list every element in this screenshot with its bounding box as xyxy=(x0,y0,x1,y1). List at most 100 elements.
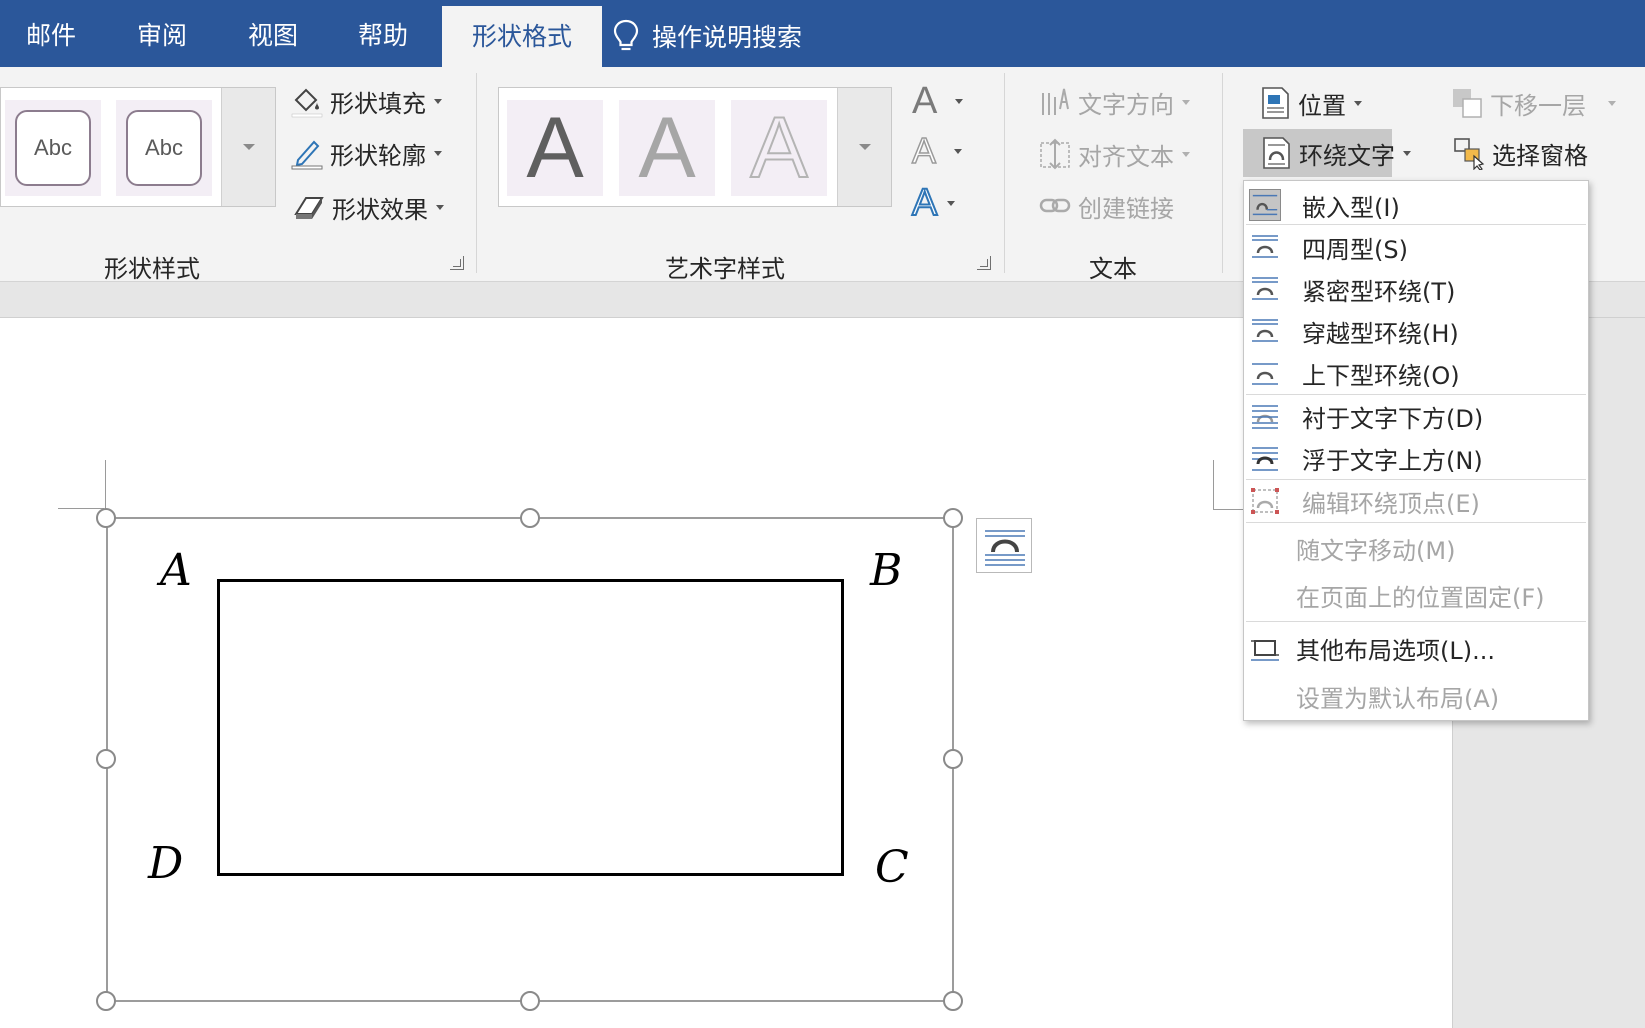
resize-handle-top-center[interactable] xyxy=(520,508,540,528)
menu-separator xyxy=(1246,621,1586,622)
menu-item-through[interactable]: 穿越型环绕(H) xyxy=(1244,310,1588,352)
create-link-button[interactable]: 创建链接 xyxy=(1038,185,1174,227)
word-window: 邮件 审阅 视图 帮助 形状格式 操作说明搜索 Abc Abc 形状填充 形状轮… xyxy=(0,0,1645,1028)
dropdown-arrow-icon xyxy=(1182,151,1190,157)
shape-fill-button[interactable]: 形状填充 xyxy=(290,81,442,121)
menu-item-square-label: 四周型(S) xyxy=(1302,235,1408,264)
resize-handle-top-right[interactable] xyxy=(943,508,963,528)
group-separator xyxy=(1222,73,1223,273)
link-icon xyxy=(1039,198,1071,213)
menu-item-inline-label: 嵌入型(I) xyxy=(1302,193,1400,222)
vertex-label-a: A xyxy=(160,545,192,596)
menu-item-top-bottom-label: 上下型环绕(O) xyxy=(1302,361,1460,390)
menu-item-tight[interactable]: 紧密型环绕(T) xyxy=(1244,268,1588,310)
menu-item-top-bottom[interactable]: 上下型环绕(O) xyxy=(1244,352,1588,394)
text-fill-button[interactable]: A xyxy=(912,79,964,123)
shape-style-thumb-1[interactable]: Abc xyxy=(5,100,101,196)
menu-item-more-layout-options-label: 其他布局选项(L)... xyxy=(1296,636,1495,665)
wordart-style-thumb-2[interactable]: A xyxy=(619,100,715,196)
menu-item-move-with-text-label: 随文字移动(M) xyxy=(1296,536,1456,565)
dropdown-arrow-icon xyxy=(436,204,444,210)
menu-separator xyxy=(1246,224,1586,225)
page-corner-mark xyxy=(58,508,104,509)
send-backward-button[interactable]: 下移一层 xyxy=(1450,81,1616,125)
tab-view[interactable]: 视图 xyxy=(248,14,298,58)
wrap-text-label: 环绕文字 xyxy=(1299,141,1395,170)
send-backward-icon xyxy=(1453,89,1482,118)
text-fill-icon: A xyxy=(912,80,938,122)
position-label: 位置 xyxy=(1298,91,1346,120)
text-group-label: 文本 xyxy=(1089,255,1137,283)
wordart-styles-dialog-launcher[interactable] xyxy=(977,256,991,270)
chevron-down-icon xyxy=(858,144,871,150)
shape-effects-button[interactable]: 形状效果 xyxy=(292,185,444,229)
tell-me-search[interactable]: 操作说明搜索 xyxy=(612,16,802,56)
chevron-down-icon xyxy=(242,144,255,150)
shape-style-thumb-2-label: Abc xyxy=(126,110,202,186)
tab-mailings[interactable]: 邮件 xyxy=(26,14,76,58)
align-text-button[interactable]: 对齐文本 xyxy=(1038,133,1190,175)
resize-handle-top-left[interactable] xyxy=(96,508,116,528)
position-button[interactable]: 位置 xyxy=(1258,81,1362,125)
shape-styles-gallery: Abc Abc xyxy=(0,87,276,207)
text-outline-button[interactable]: A xyxy=(911,129,963,173)
shape-outline-label: 形状轮廓 xyxy=(330,141,426,170)
menu-item-inline[interactable]: 嵌入型(I) xyxy=(1244,184,1588,226)
shape-styles-dialog-launcher[interactable] xyxy=(450,256,464,270)
menu-item-move-with-text[interactable]: 随文字移动(M) xyxy=(1244,527,1588,569)
menu-item-in-front-of-text[interactable]: 浮于文字上方(N) xyxy=(1244,437,1588,479)
wrap-text-icon xyxy=(1263,137,1290,169)
shape-styles-group-label: 形状样式 xyxy=(104,255,200,283)
menu-item-edit-wrap-points[interactable]: 编辑环绕顶点(E) xyxy=(1244,480,1588,522)
menu-item-behind-text[interactable]: 衬于文字下方(D) xyxy=(1244,395,1588,437)
resize-handle-bottom-right[interactable] xyxy=(943,991,963,1011)
shape-fill-label: 形状填充 xyxy=(330,89,426,118)
tab-help[interactable]: 帮助 xyxy=(358,14,408,58)
resize-handle-bottom-left[interactable] xyxy=(96,991,116,1011)
shape-styles-more-button[interactable] xyxy=(221,88,275,206)
selection-pane-button[interactable]: 选择窗格 xyxy=(1452,131,1588,175)
dropdown-arrow-icon xyxy=(1354,100,1362,106)
shape-outline-button[interactable]: 形状轮廓 xyxy=(290,131,442,175)
resize-handle-middle-right[interactable] xyxy=(943,749,963,769)
menu-item-behind-text-label: 衬于文字下方(D) xyxy=(1302,404,1484,433)
resize-handle-middle-left[interactable] xyxy=(96,749,116,769)
align-text-icon xyxy=(1040,138,1070,170)
wrap-text-button[interactable]: 环绕文字 xyxy=(1243,129,1411,177)
page-corner-mark xyxy=(105,460,106,515)
dropdown-arrow-icon xyxy=(434,150,442,156)
vertex-label-d: D xyxy=(148,838,184,889)
text-direction-label: 文字方向 xyxy=(1078,90,1174,119)
tab-review[interactable]: 审阅 xyxy=(137,14,187,58)
text-direction-button[interactable]: 文字方向 xyxy=(1038,81,1190,123)
text-effects-button[interactable]: A xyxy=(911,181,956,225)
shape-style-thumb-1-label: Abc xyxy=(15,110,91,186)
layout-options-button[interactable] xyxy=(976,518,1032,573)
menu-item-edit-wrap-points-label: 编辑环绕顶点(E) xyxy=(1302,489,1480,518)
dropdown-arrow-icon xyxy=(1403,150,1411,156)
rectangle-shape[interactable] xyxy=(217,579,844,876)
group-separator xyxy=(1004,73,1005,273)
shape-style-thumb-2[interactable]: Abc xyxy=(116,100,212,196)
tab-shape-format[interactable]: 形状格式 xyxy=(442,6,603,67)
create-link-label: 创建链接 xyxy=(1078,194,1174,223)
dropdown-arrow-icon xyxy=(1608,100,1616,106)
menu-item-set-default-layout[interactable]: 设置为默认布局(A) xyxy=(1244,675,1588,717)
menu-item-fix-position[interactable]: 在页面上的位置固定(F) xyxy=(1244,574,1588,616)
dropdown-arrow-icon xyxy=(1182,99,1190,105)
layout-options-icon xyxy=(1251,640,1279,661)
selection-pane-label: 选择窗格 xyxy=(1492,141,1588,170)
dropdown-arrow-icon xyxy=(434,98,442,104)
wordart-style-thumb-3[interactable]: A xyxy=(731,100,827,196)
position-icon xyxy=(1262,87,1289,119)
send-backward-label: 下移一层 xyxy=(1490,91,1586,120)
vertex-label-c: C xyxy=(875,842,909,893)
menu-separator xyxy=(1246,522,1586,523)
wordart-style-thumb-1[interactable]: A xyxy=(507,100,603,196)
menu-item-more-layout-options[interactable]: 其他布局选项(L)... xyxy=(1244,627,1588,669)
wordart-styles-group-label: 艺术字样式 xyxy=(665,255,785,283)
menu-item-set-default-layout-label: 设置为默认布局(A) xyxy=(1296,684,1500,713)
wordart-styles-more-button[interactable] xyxy=(837,88,891,206)
resize-handle-bottom-center[interactable] xyxy=(520,991,540,1011)
menu-item-square[interactable]: 四周型(S) xyxy=(1244,226,1588,268)
